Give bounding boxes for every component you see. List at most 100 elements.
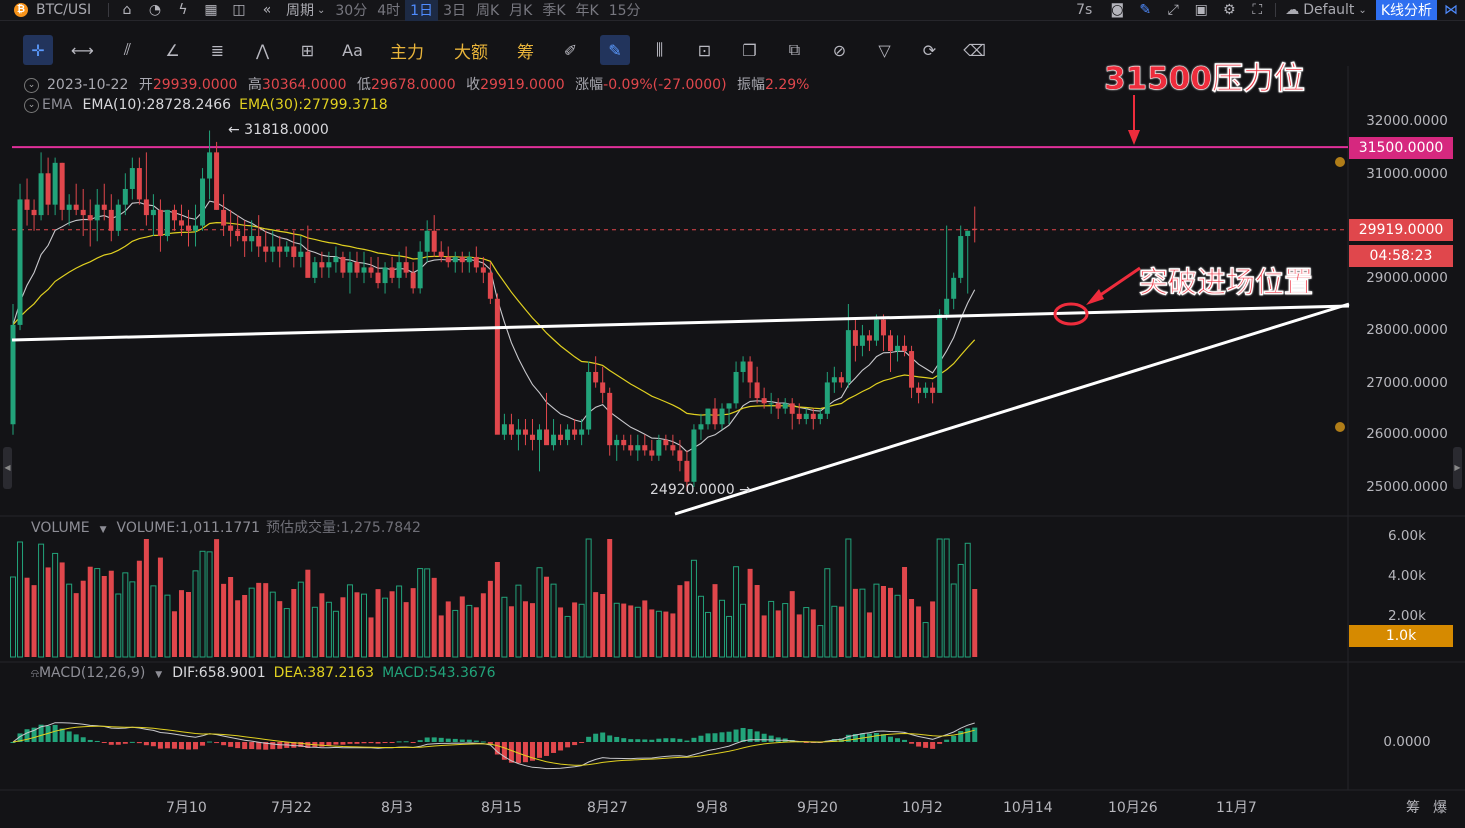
candle-body	[621, 439, 627, 446]
macd-histogram-bar	[565, 742, 571, 748]
macd-histogram-bar	[186, 742, 191, 750]
volume-bar	[634, 606, 641, 658]
volume-bar	[536, 567, 543, 658]
candle-body	[298, 251, 304, 257]
volume-bar	[94, 568, 101, 658]
macd-histogram-bar	[544, 742, 550, 756]
volume-bar	[10, 576, 16, 658]
macd-histogram-bar	[965, 728, 971, 742]
ascending-trend-line	[674, 302, 1350, 516]
volume-bar	[235, 600, 241, 657]
volume-bar	[529, 603, 535, 657]
collapse-icon[interactable]: ⌄	[24, 97, 39, 113]
volume-bar	[438, 615, 444, 657]
macd-histogram-bar	[572, 742, 578, 746]
volume-bar	[66, 583, 73, 658]
candle-body	[888, 335, 893, 352]
chevron-down-icon[interactable]: ▼	[100, 525, 107, 535]
volume-bar	[670, 613, 676, 657]
resistance-price-tag: 31500.0000	[1349, 137, 1453, 159]
macd-histogram-bar	[235, 742, 241, 749]
volume-bar	[186, 592, 191, 657]
candle-body	[284, 246, 290, 252]
candle-body	[438, 251, 444, 257]
candle-body	[45, 173, 51, 205]
macd-histogram-bar	[902, 739, 908, 742]
candle-body	[579, 429, 585, 435]
candle-body	[817, 413, 823, 420]
macd-histogram-bar	[368, 742, 374, 744]
chevron-down-icon[interactable]: ▼	[155, 670, 162, 680]
open-value: 29939.0000	[152, 77, 238, 93]
volume-bar	[283, 608, 290, 658]
macd-histogram-bar	[101, 742, 107, 743]
candle-body	[361, 267, 367, 273]
macd-histogram-bar	[691, 737, 697, 742]
price-tick: 29000.0000	[1366, 270, 1448, 286]
candle-body	[136, 168, 142, 200]
breakout-annotation: 突破进场位置	[1139, 265, 1314, 299]
macd-histogram-bar	[537, 742, 542, 758]
macd-histogram-bar	[207, 741, 213, 743]
macd-histogram-bar	[445, 738, 451, 742]
volume-bar	[621, 603, 627, 657]
macd-histogram-bar	[340, 742, 346, 745]
candle-body	[347, 262, 353, 273]
volume-bar	[487, 580, 493, 657]
candle-body	[52, 162, 58, 205]
candle-body	[930, 387, 936, 393]
volume-bar	[52, 552, 59, 658]
volume-bar	[269, 591, 276, 658]
volume-bar	[747, 568, 753, 657]
macd-dea-line	[12, 725, 975, 766]
scroll-left-handle[interactable]: ◀	[3, 447, 12, 489]
volume-bar	[704, 611, 711, 658]
volume-bar	[628, 605, 634, 657]
candle-body	[972, 228, 978, 230]
scroll-right-handle[interactable]: ▶	[1453, 447, 1462, 489]
macd-histogram-bar	[698, 735, 704, 742]
macd-histogram-bar	[972, 727, 978, 742]
macd-histogram-bar	[726, 731, 732, 742]
macd-histogram-bar	[115, 742, 121, 745]
volume-bar	[972, 589, 978, 657]
volume-bar	[761, 615, 767, 657]
chart-canvas[interactable]	[0, 0, 1465, 828]
candle-body	[607, 392, 613, 446]
volume-bar	[880, 586, 886, 657]
candle-body	[59, 162, 65, 210]
macd-histogram-bar	[459, 739, 465, 742]
candle-body	[221, 209, 227, 226]
close-value: 29919.0000	[480, 77, 565, 93]
liquidation-toggle[interactable]: 爆	[1433, 797, 1447, 817]
candle-body	[909, 351, 915, 388]
macd-histogram-bar	[937, 742, 943, 744]
ema30-value: EMA(30):27799.3718	[239, 97, 388, 113]
high-label: 高	[247, 77, 262, 93]
volume-bar	[59, 562, 65, 657]
volume-bar	[775, 610, 781, 657]
macd-histogram-bar	[944, 739, 950, 742]
macd-histogram-bar	[214, 742, 220, 744]
volume-bar	[613, 602, 620, 658]
macd-histogram-bar	[347, 742, 353, 744]
candle-body	[916, 387, 922, 393]
candle-body	[108, 209, 114, 231]
macd-histogram-bar	[431, 737, 437, 742]
volume-bar	[593, 592, 599, 657]
volume-bar	[655, 610, 662, 658]
candle-body	[305, 251, 311, 278]
volume-bar	[585, 538, 592, 658]
volume-bar	[396, 585, 403, 658]
ohlc-date: 2023-10-22	[47, 77, 129, 93]
volume-bar	[340, 597, 346, 657]
horizontal-trend-line	[11, 304, 1350, 342]
volume-bar	[452, 609, 459, 658]
macd-histogram-bar	[761, 733, 767, 742]
chips-toggle[interactable]: 筹	[1406, 797, 1420, 817]
date-tick: 10月2	[902, 800, 943, 816]
volume-bar	[726, 615, 733, 658]
collapse-icon[interactable]: ⌄	[24, 77, 39, 93]
bell-icon[interactable]: ⍾	[31, 666, 39, 680]
candle-body	[80, 209, 86, 216]
